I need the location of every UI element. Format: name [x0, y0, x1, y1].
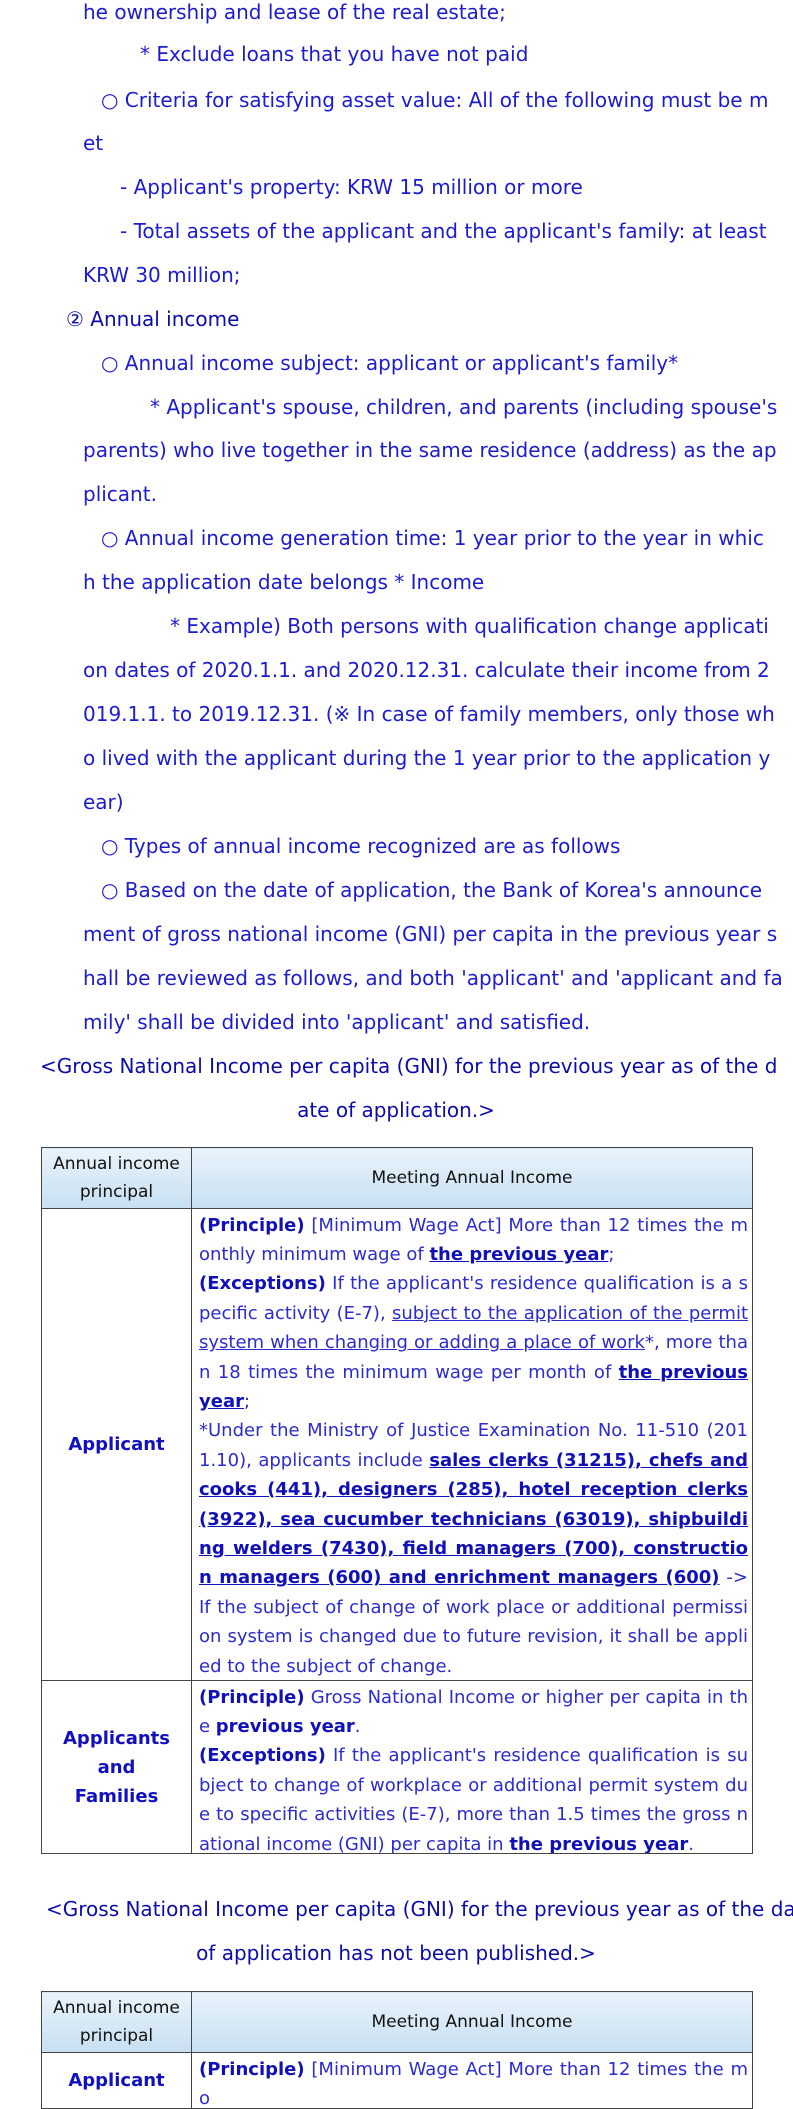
text-line: on dates of 2020.1.1. and 2020.12.31. ca…: [83, 658, 770, 682]
row-label-applicant: Applicant: [41, 2052, 192, 2109]
text-line: ○ Based on the date of application, the …: [101, 878, 763, 902]
text-line: ment of gross national income (GNI) per …: [83, 922, 778, 946]
text-line: ear): [83, 790, 124, 814]
section-heading-annual-income: ② Annual income: [66, 307, 240, 331]
text-line: * Exclude loans that you have not paid: [140, 42, 529, 66]
applicant-criteria-cell: (Principle) [Minimum Wage Act] More than…: [191, 1208, 753, 1681]
text-line: o lived with the applicant during the 1 …: [83, 746, 771, 770]
table1-caption-cont: ate of application.>: [297, 1098, 495, 1122]
col-header-principal: Annual income principal: [41, 1147, 192, 1209]
text-line: ○ Types of annual income recognized are …: [101, 834, 621, 858]
text-line: KRW 30 million;: [83, 263, 241, 287]
text-line: * Example) Both persons with qualificati…: [170, 614, 769, 638]
text-line: * Applicant's spouse, children, and pare…: [150, 395, 778, 419]
text-line: ○ Criteria for satisfying asset value: A…: [101, 88, 769, 112]
table2-caption-cont: of application has not been published.>: [196, 1941, 596, 1965]
row-label-applicants-and-families: Applicants and Families: [41, 1680, 192, 1854]
col-header-meeting-income: Meeting Annual Income: [191, 1147, 753, 1209]
applicant-criteria-cell: (Principle) [Minimum Wage Act] More than…: [191, 2052, 753, 2109]
col-header-meeting-income: Meeting Annual Income: [191, 1991, 753, 2053]
text-line: 019.1.1. to 2019.12.31. (※ In case of fa…: [83, 702, 775, 726]
text-line: h the application date belongs * Income: [83, 570, 485, 594]
col-header-principal: Annual income principal: [41, 1991, 192, 2053]
annual-income-table-unpublished: Annual income principal Meeting Annual In…: [41, 1991, 753, 2109]
family-criteria-cell: (Principle) Gross National Income or hig…: [191, 1680, 753, 1854]
text-line: he ownership and lease of the real estat…: [83, 0, 506, 24]
annual-income-table-published: Annual income principal Meeting Annual In…: [41, 1147, 753, 1854]
table1-caption: <Gross National Income per capita (GNI) …: [40, 1054, 778, 1078]
text-line: - Applicant's property: KRW 15 million o…: [120, 175, 583, 199]
text-line: ○ Annual income subject: applicant or ap…: [101, 351, 679, 375]
text-line: plicant.: [83, 482, 157, 506]
row-label-applicant: Applicant: [41, 1208, 192, 1681]
text-line: parents) who live together in the same r…: [83, 438, 777, 462]
text-line: hall be reviewed as follows, and both 'a…: [83, 966, 783, 990]
text-line: - Total assets of the applicant and the …: [120, 219, 767, 243]
text-line: mily' shall be divided into 'applicant' …: [83, 1010, 591, 1034]
table2-caption: <Gross National Income per capita (GNI) …: [46, 1897, 793, 1921]
text-line: ○ Annual income generation time: 1 year …: [101, 526, 764, 550]
text-line: et: [83, 131, 104, 155]
